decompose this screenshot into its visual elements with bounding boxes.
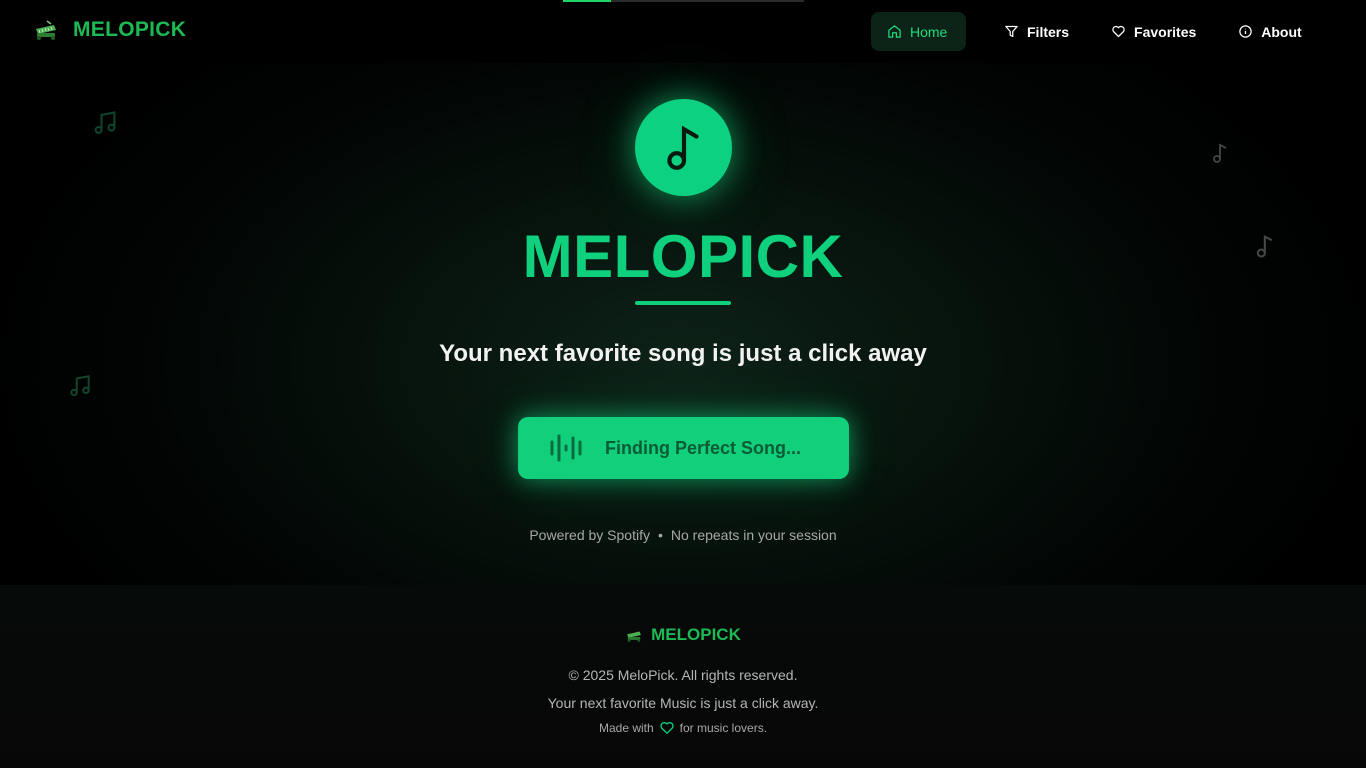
nav-favorites[interactable]: Favorites xyxy=(1095,12,1212,51)
top-navbar: MELOPICK Home Filters Favorites About xyxy=(0,0,1366,63)
music-notes-icon xyxy=(94,111,116,134)
hero-subtitle: Your next favorite song is just a click … xyxy=(439,340,927,367)
hero-logo xyxy=(635,99,732,196)
brand[interactable]: MELOPICK xyxy=(33,17,186,43)
footer: MELOPICK © 2025 MeloPick. All rights res… xyxy=(0,585,1366,768)
heart-icon xyxy=(1112,25,1125,38)
music-note-icon xyxy=(1213,143,1227,163)
footer-brand-name: MELOPICK xyxy=(651,625,741,644)
footer-tagline: Your next favorite Music is just a click… xyxy=(547,695,819,711)
made-with-prefix: Made with xyxy=(598,721,654,735)
music-note-icon xyxy=(666,125,699,170)
hero-title: MELOPICK xyxy=(522,223,844,290)
made-with-suffix: for music lovers. xyxy=(679,721,768,735)
powered-by: Powered by Spotify xyxy=(529,527,650,543)
piano-icon xyxy=(627,631,642,642)
footer-brand: MELOPICK xyxy=(0,625,1366,645)
audio-wave-icon xyxy=(550,434,582,462)
nav-about-label: About xyxy=(1261,23,1302,40)
no-repeats-note: No repeats in your session xyxy=(670,527,837,543)
title-underline xyxy=(635,301,731,305)
heart-icon xyxy=(660,722,674,734)
filter-icon xyxy=(1005,25,1018,38)
music-notes-icon xyxy=(70,375,90,397)
brand-name: MELOPICK xyxy=(73,18,187,41)
nav-home-label: Home xyxy=(910,23,948,40)
nav-home[interactable]: Home xyxy=(871,12,966,51)
hero-meta: Powered by Spotify • No repeats in your se… xyxy=(0,527,1366,543)
footer-copyright: © 2025 MeloPick. All rights reserved. xyxy=(568,667,798,683)
footer-made-with: Made with for music lovers. xyxy=(0,720,1366,736)
nav-filters-label: Filters xyxy=(1027,23,1070,40)
piano-icon xyxy=(36,20,56,40)
home-icon xyxy=(888,25,901,38)
nav-about[interactable]: About xyxy=(1222,12,1317,51)
nav-favorites-label: Favorites xyxy=(1134,23,1197,40)
info-icon xyxy=(1239,25,1253,38)
find-song-button-label: Finding Perfect Song... xyxy=(605,437,802,458)
loading-progress-bar xyxy=(563,0,804,2)
meta-separator: • xyxy=(657,527,663,543)
nav-filters[interactable]: Filters xyxy=(988,12,1085,51)
find-song-button[interactable]: Finding Perfect Song... xyxy=(518,417,849,479)
main-nav: Home Filters Favorites About xyxy=(871,12,1318,51)
